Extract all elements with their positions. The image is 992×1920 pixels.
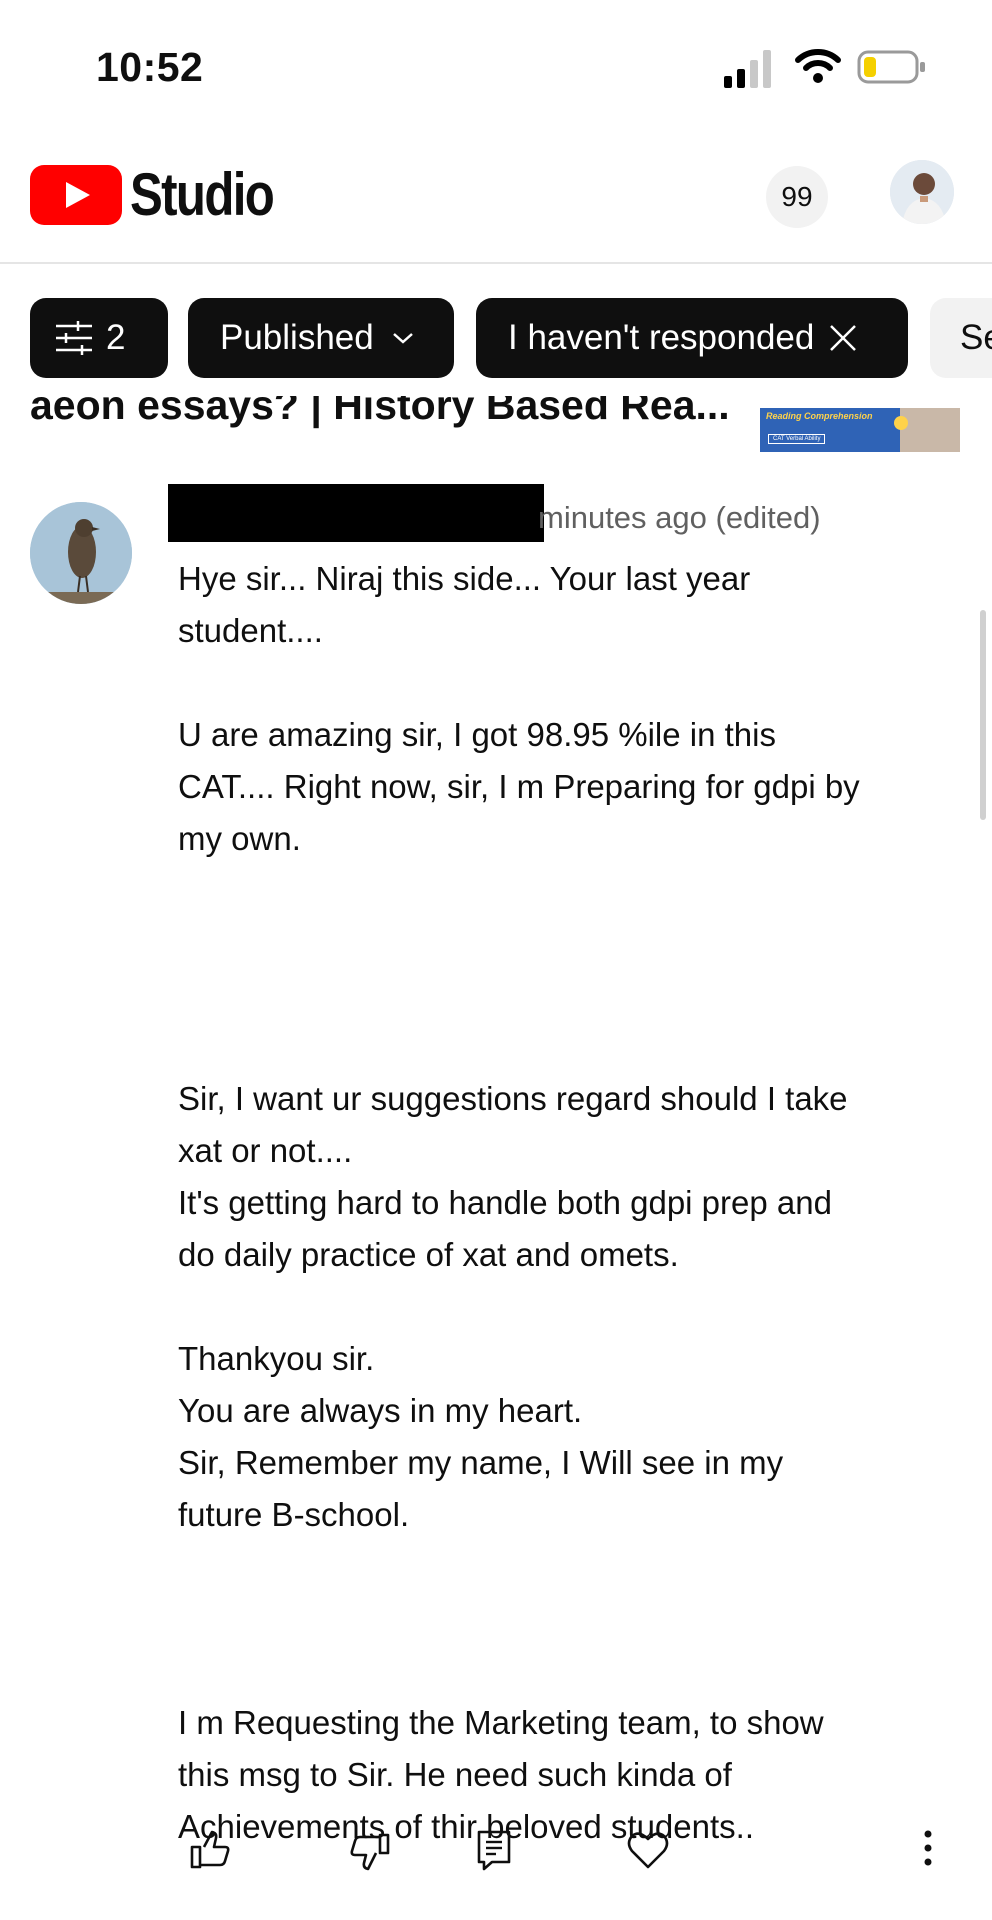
thumbnail-label-2: CAT Verbal Ability: [768, 434, 826, 444]
comment-line: student....: [178, 612, 323, 649]
video-title-text: aeon essays? | History Based Rea...: [30, 396, 730, 428]
reply-icon[interactable]: [470, 1826, 518, 1874]
chevron-down-icon: [392, 333, 413, 344]
video-thumbnail[interactable]: Reading Comprehension CAT Verbal Ability: [760, 408, 960, 452]
comment-line: CAT.... Right now, sir, I m Preparing fo…: [178, 768, 860, 805]
comment-line: Thankyou sir.: [178, 1340, 375, 1377]
comment-body: Hye sir... Niraj this side... Your last …: [178, 553, 968, 1853]
comment-line: I m Requesting the Marketing team, to sh…: [178, 1704, 824, 1741]
thumbnail-person-image: [900, 408, 960, 452]
comment-line: Achievements of thir beloved students..: [178, 1808, 754, 1845]
cellular-signal-icon: [724, 50, 771, 88]
filter-count: 2: [106, 318, 126, 357]
comment-line: [178, 1541, 968, 1593]
more-filter-chip[interactable]: Se: [930, 298, 992, 378]
thumbnail-label-1: Reading Comprehension: [766, 411, 873, 421]
comment-line: this msg to Sir. He need such kinda of: [178, 1756, 732, 1793]
heart-icon[interactable]: [624, 1826, 672, 1874]
battery-icon: [857, 50, 925, 84]
thumb-down-icon[interactable]: [346, 1826, 394, 1874]
published-chip-label: Published: [220, 318, 374, 357]
app-title[interactable]: Studio: [130, 160, 275, 229]
comment-line: my own.: [178, 820, 301, 857]
comment-timestamp: minutes ago (edited): [538, 500, 821, 535]
comment-line: [178, 1281, 968, 1333]
comment-line: future B-school.: [178, 1496, 410, 1533]
commenter-avatar[interactable]: [30, 502, 132, 604]
status-time: 10:52: [96, 44, 204, 90]
more-vertical-icon[interactable]: [908, 1826, 948, 1874]
bird-avatar-image: [30, 502, 132, 604]
notification-count-badge[interactable]: 99: [766, 166, 828, 228]
response-filter-chip[interactable]: I haven't responded: [476, 298, 908, 378]
comment-line: U are amazing sir, I got 98.95 %ile in t…: [178, 716, 776, 753]
comment-line: [178, 657, 968, 709]
redacted-author-name: [168, 484, 544, 542]
comment-line: do daily practice of xat and omets.: [178, 1236, 679, 1273]
comment-line: [178, 1645, 968, 1697]
comment-line: [178, 1593, 968, 1645]
comment-line: It's getting hard to handle both gdpi pr…: [178, 1184, 832, 1221]
close-icon[interactable]: [828, 323, 858, 353]
comment-line: Sir, Remember my name, I Will see in my: [178, 1444, 784, 1481]
youtube-logo-icon: [30, 165, 122, 225]
filter-sliders-icon: [56, 321, 92, 355]
account-avatar[interactable]: [890, 160, 954, 224]
comment-line: [178, 1021, 968, 1073]
comment-line: [178, 969, 968, 1021]
account-avatar-image: [890, 160, 954, 224]
thumbnail-decoration: [894, 416, 908, 430]
wifi-icon: [795, 49, 841, 83]
video-title[interactable]: aeon essays? | History Based Rea...: [30, 396, 742, 448]
response-chip-label: I haven't responded: [508, 318, 815, 357]
comment-line: xat or not....: [178, 1132, 353, 1169]
comment-line: Hye sir... Niraj this side... Your last …: [178, 560, 751, 597]
comment-line: You are always in my heart.: [178, 1392, 583, 1429]
scrollbar[interactable]: [980, 610, 986, 820]
thumb-up-icon[interactable]: [186, 1826, 234, 1874]
filter-settings-chip[interactable]: 2: [30, 298, 168, 378]
more-chip-label: Se: [960, 318, 992, 357]
comment-line: [178, 917, 968, 969]
comment-line: Sir, I want ur suggestions regard should…: [178, 1080, 848, 1117]
comment-line: [178, 865, 968, 917]
header-divider: [0, 262, 992, 264]
published-filter-chip[interactable]: Published: [188, 298, 454, 378]
